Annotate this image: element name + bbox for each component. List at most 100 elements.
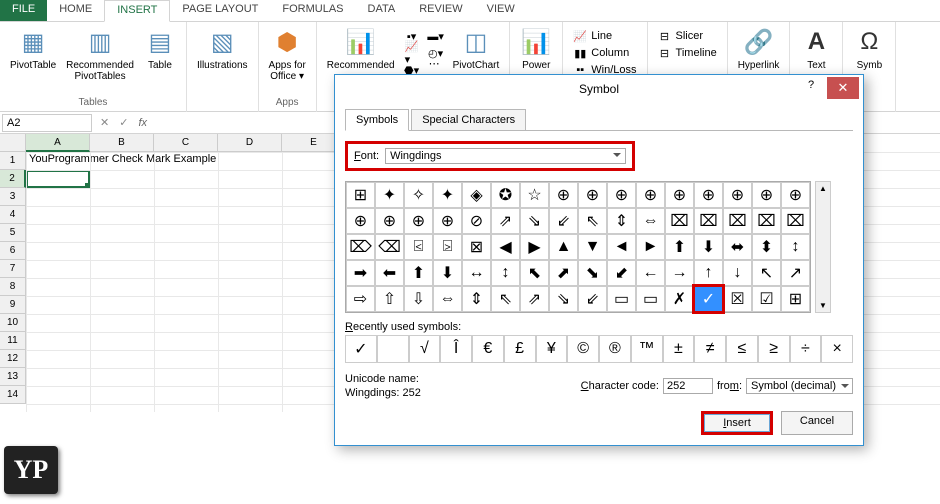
symbol-cell[interactable]: ▲ bbox=[549, 234, 578, 260]
fx-icon[interactable]: fx bbox=[134, 117, 151, 129]
symbol-cell[interactable]: ← bbox=[636, 260, 665, 286]
symbol-cell[interactable]: ⇗ bbox=[520, 286, 549, 312]
slicer-button[interactable]: ⊟Slicer bbox=[654, 28, 721, 44]
symbol-cell[interactable]: ◄ bbox=[607, 234, 636, 260]
recent-symbol[interactable]: ✓ bbox=[345, 335, 377, 363]
symbol-cell[interactable]: ↕ bbox=[781, 234, 810, 260]
symbol-cell[interactable]: ⊕ bbox=[607, 182, 636, 208]
symbol-cell[interactable]: ☆ bbox=[520, 182, 549, 208]
recent-symbol[interactable]: ≤ bbox=[726, 335, 758, 363]
symbol-cell[interactable]: ⇗ bbox=[491, 208, 520, 234]
recent-symbol[interactable]: × bbox=[821, 335, 853, 363]
symbol-cell[interactable]: ⌧ bbox=[694, 208, 723, 234]
enter-formula-icon[interactable]: ✓ bbox=[119, 116, 128, 129]
recent-symbol[interactable]: £ bbox=[504, 335, 536, 363]
symbol-cell[interactable]: ⊞ bbox=[346, 182, 375, 208]
symbol-cell[interactable]: ✗ bbox=[665, 286, 694, 312]
symbol-cell[interactable]: ◀ bbox=[491, 234, 520, 260]
symbol-cell[interactable]: ⊠ bbox=[462, 234, 491, 260]
sparkline-column[interactable]: ▮▮Column bbox=[569, 45, 640, 61]
symbol-cell[interactable]: ► bbox=[636, 234, 665, 260]
row-header[interactable]: 8 bbox=[0, 278, 26, 296]
cell-a1[interactable]: YouProgrammer Check Mark Example bbox=[26, 152, 219, 166]
row-header[interactable]: 1 bbox=[0, 152, 26, 170]
cancel-button[interactable]: Cancel bbox=[781, 411, 853, 435]
select-all-corner[interactable] bbox=[0, 134, 26, 152]
symbol-cell[interactable]: ⊕ bbox=[752, 182, 781, 208]
symbol-cell[interactable]: ⬌ bbox=[723, 234, 752, 260]
symbol-cell[interactable]: ⌧ bbox=[723, 208, 752, 234]
symbol-cell[interactable]: ⇘ bbox=[520, 208, 549, 234]
symbol-cell[interactable]: ☑ bbox=[752, 286, 781, 312]
symbol-cell[interactable]: ⊕ bbox=[578, 182, 607, 208]
symbol-cell[interactable]: ⊕ bbox=[433, 208, 462, 234]
char-code-input[interactable] bbox=[663, 378, 713, 394]
recent-symbol[interactable]: ≥ bbox=[758, 335, 790, 363]
row-header[interactable]: 10 bbox=[0, 314, 26, 332]
symbol-cell[interactable]: ⌦ bbox=[346, 234, 375, 260]
sparkline-line[interactable]: 📈Line bbox=[569, 28, 640, 44]
symbol-cell[interactable]: ⬊ bbox=[578, 260, 607, 286]
col-header[interactable]: A bbox=[26, 134, 90, 152]
recent-symbol[interactable]: ÷ bbox=[790, 335, 822, 363]
row-header[interactable]: 2 bbox=[0, 170, 26, 188]
symbol-cell[interactable]: ✦ bbox=[375, 182, 404, 208]
symbol-cell[interactable]: ⊕ bbox=[665, 182, 694, 208]
symbol-cell[interactable]: ⬋ bbox=[607, 260, 636, 286]
symbol-cell[interactable]: ⊕ bbox=[694, 182, 723, 208]
recent-symbol[interactable]: Î bbox=[440, 335, 472, 363]
row-header[interactable]: 5 bbox=[0, 224, 26, 242]
row-header[interactable]: 4 bbox=[0, 206, 26, 224]
symbol-cell[interactable]: → bbox=[665, 260, 694, 286]
symbol-cell[interactable]: ➡ bbox=[346, 260, 375, 286]
symbol-cell[interactable]: ↔ bbox=[462, 260, 491, 286]
symbol-cell[interactable]: ⇘ bbox=[549, 286, 578, 312]
symbol-cell[interactable]: ✧ bbox=[404, 182, 433, 208]
symbol-cell[interactable]: ⇩ bbox=[404, 286, 433, 312]
recent-symbol[interactable]: ± bbox=[663, 335, 695, 363]
symbol-cell[interactable]: ▼ bbox=[578, 234, 607, 260]
recent-symbol[interactable]: © bbox=[567, 335, 599, 363]
row-header[interactable]: 7 bbox=[0, 260, 26, 278]
timeline-button[interactable]: ⊟Timeline bbox=[654, 45, 721, 61]
symbol-scrollbar[interactable] bbox=[815, 181, 831, 313]
symbol-cell[interactable]: ⬍ bbox=[752, 234, 781, 260]
tab-review[interactable]: REVIEW bbox=[407, 0, 474, 21]
insert-button[interactable]: Insert bbox=[701, 411, 773, 435]
symbol-cell[interactable]: ⌧ bbox=[752, 208, 781, 234]
row-header[interactable]: 14 bbox=[0, 386, 26, 404]
tab-home[interactable]: HOME bbox=[47, 0, 104, 21]
symbol-cell[interactable]: ⌧ bbox=[781, 208, 810, 234]
symbol-cell[interactable]: ▭ bbox=[607, 286, 636, 312]
symbol-cell[interactable]: ⌫ bbox=[375, 234, 404, 260]
symbol-cell[interactable]: ⬉ bbox=[520, 260, 549, 286]
symbol-cell[interactable]: ⇔ bbox=[433, 286, 462, 312]
tab-formulas[interactable]: FORMULAS bbox=[270, 0, 355, 21]
symbol-cell[interactable]: ⊕ bbox=[723, 182, 752, 208]
symbol-cell[interactable]: ⬇ bbox=[433, 260, 462, 286]
tab-file[interactable]: FILE bbox=[0, 0, 47, 21]
symbol-cell[interactable]: ⌧ bbox=[665, 208, 694, 234]
table-button[interactable]: ▤Table bbox=[140, 24, 180, 97]
symbol-cell[interactable]: ⇙ bbox=[549, 208, 578, 234]
symbol-cell[interactable]: ⊞ bbox=[781, 286, 810, 312]
symbol-cell[interactable]: ▭ bbox=[636, 286, 665, 312]
symbol-cell[interactable]: ◈ bbox=[462, 182, 491, 208]
symbol-cell[interactable]: ⬅ bbox=[375, 260, 404, 286]
row-header[interactable]: 11 bbox=[0, 332, 26, 350]
symbol-cell[interactable]: ✪ bbox=[491, 182, 520, 208]
symbol-cell[interactable]: ▶ bbox=[520, 234, 549, 260]
recent-symbol[interactable] bbox=[377, 335, 409, 363]
tab-view[interactable]: VIEW bbox=[475, 0, 527, 21]
symbol-cell[interactable]: ⇧ bbox=[375, 286, 404, 312]
symbol-cell[interactable]: ⇙ bbox=[578, 286, 607, 312]
symbol-cell[interactable]: ✦ bbox=[433, 182, 462, 208]
row-header[interactable]: 3 bbox=[0, 188, 26, 206]
recent-symbol[interactable]: € bbox=[472, 335, 504, 363]
recent-symbol[interactable]: √ bbox=[409, 335, 441, 363]
tab-data[interactable]: DATA bbox=[356, 0, 408, 21]
symbol-cell[interactable]: ⍃ bbox=[404, 234, 433, 260]
symbol-cell[interactable]: ⊕ bbox=[549, 182, 578, 208]
tab-special-chars[interactable]: Special Characters bbox=[411, 109, 526, 130]
symbol-cell[interactable]: ⊕ bbox=[781, 182, 810, 208]
